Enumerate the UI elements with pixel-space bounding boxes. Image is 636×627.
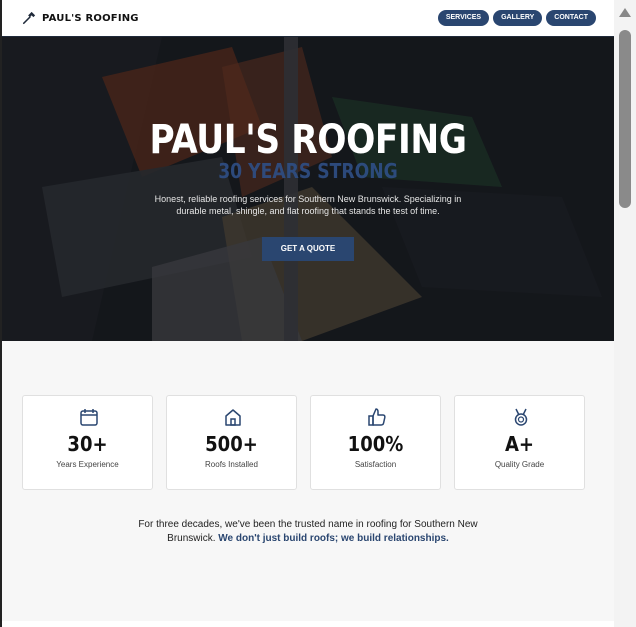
stat-label: Quality Grade — [494, 460, 545, 469]
tagline: For three decades, we've been the truste… — [132, 518, 484, 546]
thumbs-up-icon — [368, 408, 386, 426]
stat-label: Years Experience — [56, 460, 119, 469]
hero-description: Honest, reliable roofing services for So… — [154, 194, 462, 216]
stat-value: 30+ — [67, 432, 108, 456]
stat-value: 500+ — [205, 432, 258, 456]
tagline-emphasis: We don't just build roofs; we build rela… — [218, 533, 449, 544]
stat-card-satisfaction: 100% Satisfaction — [310, 395, 441, 490]
stat-value: A+ — [504, 432, 535, 456]
hero-background-image — [2, 37, 614, 341]
medal-icon — [514, 408, 528, 426]
page: PAUL'S ROOFING SERVICES GALLERY CONTACT … — [0, 0, 614, 627]
main-nav: SERVICES GALLERY CONTACT — [437, 10, 596, 26]
scrollbar-thumb[interactable] — [619, 30, 631, 208]
get-quote-button[interactable]: GET A QUOTE — [262, 237, 354, 261]
stat-card-years: 30+ Years Experience — [22, 395, 153, 490]
stat-value: 100% — [347, 432, 404, 456]
brand[interactable]: PAUL'S ROOFING — [22, 11, 139, 25]
brand-name: PAUL'S ROOFING — [42, 12, 139, 24]
stat-card-roofs: 500+ Roofs Installed — [166, 395, 297, 490]
nav-gallery-button[interactable]: GALLERY — [493, 10, 543, 26]
hammer-icon — [22, 11, 36, 25]
stat-cards: 30+ Years Experience 500+ Roofs Installe… — [22, 395, 585, 490]
hero-title: PAUL'S ROOFING — [149, 117, 467, 163]
hero-section: PAUL'S ROOFING 30 YEARS STRONG Honest, r… — [2, 37, 614, 341]
stat-label: Roofs Installed — [205, 460, 258, 469]
nav-services-button[interactable]: SERVICES — [437, 10, 490, 26]
scroll-up-arrow-icon[interactable] — [619, 8, 631, 17]
vertical-scrollbar[interactable] — [614, 0, 636, 627]
nav-contact-button[interactable]: CONTACT — [546, 10, 596, 26]
home-icon — [225, 409, 241, 426]
calendar-icon — [80, 409, 98, 426]
site-header: PAUL'S ROOFING SERVICES GALLERY CONTACT — [2, 0, 614, 37]
hero-subtitle: 30 YEARS STRONG — [218, 159, 398, 183]
stats-section: 30+ Years Experience 500+ Roofs Installe… — [2, 341, 614, 621]
stat-label: Satisfaction — [354, 460, 397, 469]
stat-card-quality: A+ Quality Grade — [454, 395, 585, 490]
